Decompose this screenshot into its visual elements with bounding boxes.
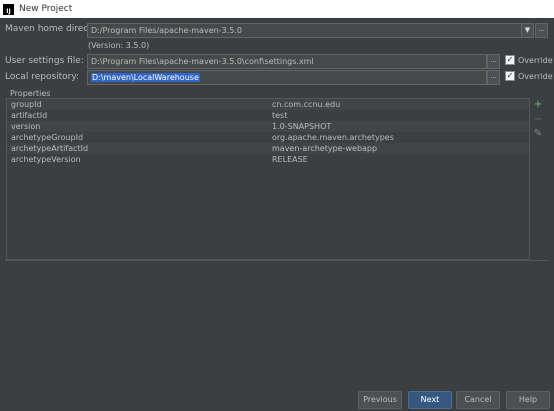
table-row[interactable]: archetypeArtifactId maven-archetype-weba… bbox=[7, 143, 529, 154]
user-settings-field[interactable]: D:\Program Files\apache-maven-3.5.0\conf… bbox=[87, 54, 487, 69]
table-row[interactable]: groupId cn.com.ccnu.edu bbox=[7, 99, 529, 110]
override-checkbox[interactable]: ✓ bbox=[505, 55, 515, 65]
override-checkbox[interactable]: ✓ bbox=[505, 71, 515, 81]
property-key: archetypeArtifactId bbox=[11, 144, 89, 153]
window-title: New Project bbox=[19, 4, 73, 14]
maven-version-text: (Version: 3.5.0) bbox=[88, 41, 150, 50]
user-settings-override[interactable]: ✓ Override bbox=[505, 55, 553, 65]
property-key: archetypeGroupId bbox=[11, 133, 84, 142]
previous-button[interactable]: Previous bbox=[358, 391, 402, 409]
local-repo-selected-text: D:\maven\LocalWarehouse bbox=[91, 73, 200, 82]
table-row[interactable]: archetypeVersion RELEASE bbox=[7, 154, 529, 165]
properties-table: groupId cn.com.ccnu.edu artifactId test … bbox=[6, 98, 530, 260]
table-row[interactable]: artifactId test bbox=[7, 110, 529, 121]
property-value: 1.0-SNAPSHOT bbox=[272, 122, 332, 131]
remove-icon[interactable]: − bbox=[533, 115, 543, 125]
property-key: artifactId bbox=[11, 111, 48, 120]
property-key: version bbox=[11, 122, 41, 131]
edit-icon[interactable]: ✎ bbox=[533, 129, 543, 139]
maven-home-browse-button[interactable]: ... bbox=[535, 23, 548, 38]
property-value: test bbox=[272, 111, 288, 120]
add-icon[interactable]: + bbox=[533, 100, 543, 110]
property-key: archetypeVersion bbox=[11, 155, 81, 164]
property-value: RELEASE bbox=[272, 155, 308, 164]
user-settings-browse-button[interactable]: ... bbox=[487, 54, 500, 69]
local-repo-label: Local repository: bbox=[5, 72, 80, 82]
divider bbox=[5, 260, 549, 261]
table-row[interactable]: archetypeGroupId org.apache.maven.archet… bbox=[7, 132, 529, 143]
property-value: maven-archetype-webapp bbox=[272, 144, 378, 153]
local-repo-browse-button[interactable]: ... bbox=[487, 70, 500, 85]
user-settings-label: User settings file: bbox=[5, 56, 84, 66]
property-value: org.apache.maven.archetypes bbox=[272, 133, 394, 142]
local-repo-override[interactable]: ✓ Override bbox=[505, 71, 553, 81]
maven-home-combo[interactable]: D:/Program Files/apache-maven-3.5.0 bbox=[87, 23, 522, 38]
override-label: Override bbox=[518, 55, 553, 65]
override-label: Override bbox=[518, 71, 553, 81]
next-button[interactable]: Next bbox=[408, 391, 452, 409]
chevron-down-icon[interactable]: ▼ bbox=[521, 23, 534, 38]
table-row[interactable]: version 1.0-SNAPSHOT bbox=[7, 121, 529, 132]
properties-title: Properties bbox=[10, 89, 51, 98]
local-repo-field[interactable]: D:\maven\LocalWarehouse bbox=[87, 70, 487, 85]
title-bar: IJ New Project bbox=[0, 0, 554, 18]
cancel-button[interactable]: Cancel bbox=[456, 391, 500, 409]
property-value: cn.com.ccnu.edu bbox=[272, 100, 341, 109]
intellij-app-icon: IJ bbox=[3, 3, 14, 15]
help-button[interactable]: Help bbox=[506, 391, 550, 409]
property-key: groupId bbox=[11, 100, 42, 109]
